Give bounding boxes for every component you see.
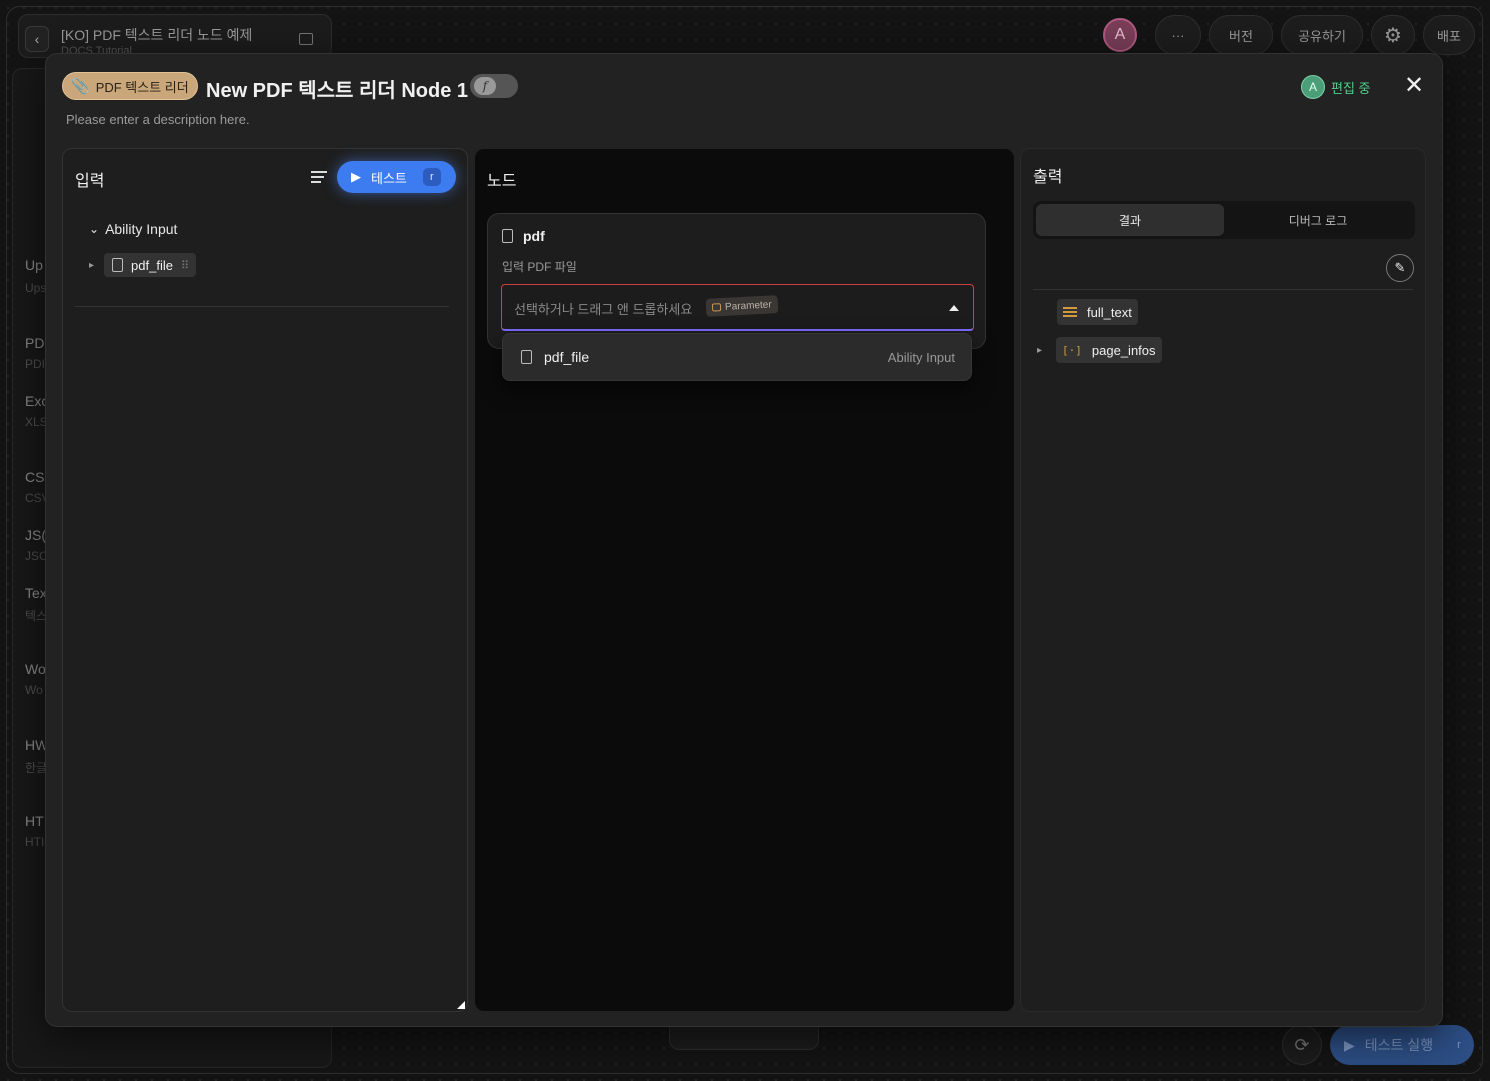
parameter-badge: Parameter [705, 295, 779, 317]
user-avatar[interactable]: A [1103, 18, 1137, 52]
library-item-title[interactable]: Up [25, 257, 43, 273]
node-editor-modal: 📎 PDF 텍스트 리더 New PDF 텍스트 리더 Node 1 f Ple… [45, 53, 1443, 1027]
more-button[interactable]: ··· [1155, 15, 1201, 55]
file-icon [502, 229, 513, 243]
library-item-title[interactable]: CS [25, 469, 44, 485]
library-item-sub: HTI [25, 835, 45, 849]
file-icon [112, 258, 124, 272]
select-dropdown: pdf_file Ability Input [502, 333, 972, 381]
back-button[interactable]: ‹ [25, 26, 49, 52]
node-panel-title: 노드 [487, 173, 517, 190]
library-item-sub: 한글 [25, 761, 48, 775]
project-title: [KO] PDF 텍스트 리더 노드 예제 [61, 27, 253, 43]
gear-icon: ⚙ [1384, 24, 1402, 47]
input-panel-title: 입력 [75, 173, 105, 190]
refresh-icon: ⟳ [1294, 1034, 1310, 1055]
deploy-button[interactable]: 배포 [1423, 15, 1475, 55]
parameter-icon [711, 303, 722, 312]
test-label: 테스트 [371, 170, 407, 186]
library-item-title[interactable]: Tex [25, 585, 47, 601]
node-description[interactable]: Please enter a description here. [66, 112, 250, 127]
parameter-card: pdf 입력 PDF 파일 선택하거나 드래그 앤 드롭하세요 Paramete… [487, 213, 986, 349]
resize-handle-icon[interactable] [457, 1001, 465, 1009]
parameter-badge-label: Parameter [724, 298, 772, 313]
edit-icon[interactable]: ✎ [1386, 254, 1414, 282]
settings-button[interactable]: ⚙ [1371, 15, 1415, 55]
output-field-chip[interactable]: full_text [1057, 299, 1138, 325]
play-icon: ▶ [351, 169, 361, 184]
divider [1033, 289, 1413, 290]
caret-up-icon [949, 305, 959, 311]
dropdown-option[interactable]: pdf_file [521, 349, 589, 365]
editor-avatar: A [1301, 75, 1325, 99]
run-test-label: 테스트 실행 [1364, 1037, 1434, 1053]
ability-input-group[interactable]: ⌄ Ability Input [89, 221, 177, 237]
refresh-button[interactable]: ⟳ [1282, 1025, 1322, 1065]
ability-input-label: Ability Input [105, 221, 178, 237]
tab-debug-log[interactable]: 디버그 로그 [1224, 204, 1412, 236]
output-panel-title: 출력 [1033, 169, 1063, 186]
share-button[interactable]: 공유하기 [1281, 15, 1363, 55]
parameter-description: 입력 PDF 파일 [502, 260, 577, 274]
library-item-title[interactable]: PD [25, 335, 44, 351]
library-item-sub: 텍스 [25, 609, 48, 623]
test-shortcut: r [422, 168, 441, 186]
expand-caret-icon[interactable]: ▸ [1037, 345, 1042, 356]
play-icon: ▶ [1344, 1036, 1355, 1053]
array-brackets-icon: [·] [1062, 343, 1082, 357]
node-title[interactable]: New PDF 텍스트 리더 Node 1 [206, 74, 468, 103]
library-item-title[interactable]: HT [25, 813, 44, 829]
close-icon[interactable]: ✕ [1404, 74, 1424, 98]
function-icon: f [474, 77, 496, 95]
parameter-name: pdf [523, 228, 545, 244]
output-field-name: full_text [1087, 304, 1132, 320]
drag-handle-icon[interactable]: ⠿ [181, 259, 189, 272]
option-name: pdf_file [544, 349, 590, 365]
output-panel: 출력 결과 디버그 로그 ✎ full_text ▸ [·] page_info… [1020, 148, 1426, 1012]
output-field-row: ▸ [·] page_infos [1037, 337, 1162, 363]
output-field-row: full_text [1057, 299, 1138, 325]
tab-result[interactable]: 결과 [1036, 204, 1224, 236]
divider [75, 306, 449, 307]
file-icon [521, 350, 532, 364]
version-button[interactable]: 버전 [1209, 15, 1273, 55]
expand-caret-icon[interactable]: ▸ [89, 260, 94, 271]
library-item-sub: Wo [25, 683, 43, 697]
sidebar-toggle-icon[interactable] [299, 33, 313, 45]
node-type-label: PDF 텍스트 리더 [95, 79, 189, 95]
chevron-down-icon: ⌄ [89, 222, 100, 236]
editing-label: 편집 중 [1331, 80, 1371, 96]
test-button[interactable]: ▶ 테스트 r [337, 161, 456, 193]
editing-status: A 편집 중 [1301, 75, 1371, 99]
node-panel: 노드 pdf 입력 PDF 파일 선택하거나 드래그 앤 드롭하세요 Param… [474, 148, 1015, 1012]
parameter-header: pdf [502, 228, 545, 244]
input-field-name: pdf_file [131, 257, 173, 273]
paperclip-icon: 📎 [71, 78, 90, 95]
node-type-badge: 📎 PDF 텍스트 리더 [62, 72, 198, 100]
project-header: ‹ [KO] PDF 텍스트 리더 노드 예제 DOCS Tutorial [18, 14, 332, 58]
chevron-left-icon: ‹ [34, 31, 40, 47]
library-item-title[interactable]: JS( [25, 527, 46, 543]
library-item-title[interactable]: Wo [25, 661, 46, 677]
select-placeholder: 선택하거나 드래그 앤 드롭하세요 [514, 302, 693, 317]
parameter-select[interactable]: 선택하거나 드래그 앤 드롭하세요 Parameter [501, 284, 974, 331]
input-panel: 입력 ▶ 테스트 r ⌄ Ability Input ▸ pdf_file ⠿ [62, 148, 468, 1012]
menu-icon[interactable] [311, 171, 327, 183]
run-test-shortcut: r [1457, 1039, 1461, 1051]
run-test-button[interactable]: ▶ 테스트 실행 r [1330, 1025, 1474, 1065]
output-field-name: page_infos [1091, 342, 1156, 358]
output-field-chip[interactable]: [·] page_infos [1056, 337, 1162, 363]
library-item-sub: PDI [25, 357, 46, 371]
input-field-chip[interactable]: pdf_file ⠿ [104, 253, 197, 277]
option-source: Ability Input [887, 350, 955, 365]
input-field-row: ▸ pdf_file ⠿ [89, 253, 197, 277]
library-item-sub: Ups [25, 281, 47, 295]
function-toggle[interactable]: f [470, 74, 518, 98]
text-lines-icon [1063, 307, 1077, 317]
output-tabs: 결과 디버그 로그 [1033, 201, 1415, 239]
